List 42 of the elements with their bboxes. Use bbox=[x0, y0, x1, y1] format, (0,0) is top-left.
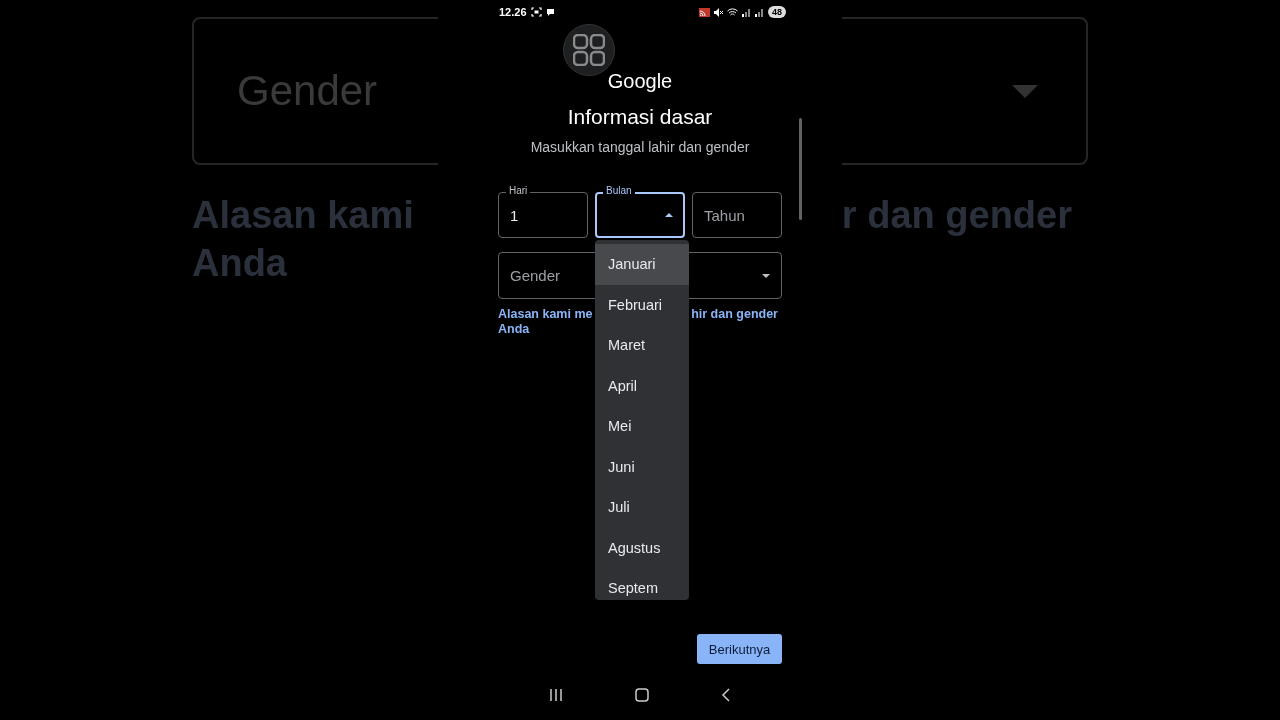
blurred-heading: r dan gender bbox=[841, 193, 1072, 238]
field-label: Hari bbox=[506, 185, 531, 197]
screenshot-icon bbox=[530, 7, 542, 17]
page-subtitle: Masukkan tanggal lahir dan gender bbox=[529, 139, 751, 155]
menu-item[interactable]: Septem bbox=[595, 568, 689, 600]
field-placeholder: Tahun bbox=[704, 206, 745, 224]
cast-icon bbox=[699, 7, 710, 17]
blurred-heading: Anda bbox=[192, 242, 287, 284]
recent-apps-icon[interactable] bbox=[549, 689, 563, 701]
year-field[interactable]: Tahun bbox=[692, 185, 782, 238]
brand-logo: Google bbox=[606, 70, 674, 93]
signal-icon bbox=[755, 7, 764, 17]
menu-item[interactable]: April bbox=[595, 365, 689, 406]
status-time: 12.26 bbox=[499, 6, 527, 18]
caret-icon bbox=[1012, 84, 1038, 98]
date-field[interactable]: Bulan bbox=[595, 185, 685, 238]
mute-icon bbox=[714, 7, 723, 17]
page-title: Informasi dasar bbox=[566, 105, 714, 129]
apps-grid-icon bbox=[573, 34, 605, 66]
menu-item[interactable]: Agustus bbox=[595, 527, 689, 568]
field-placeholder: Gender bbox=[510, 267, 561, 284]
field-label: Bulan bbox=[603, 185, 635, 197]
menu-item[interactable]: Januari bbox=[595, 244, 689, 285]
menu-item[interactable]: Mei bbox=[595, 406, 689, 447]
info-link[interactable]: Alasan kami me bbox=[498, 307, 593, 322]
field-placeholder: Gender bbox=[237, 67, 378, 115]
menu-item[interactable]: Juli bbox=[595, 487, 689, 528]
info-link[interactable]: Anda bbox=[498, 322, 530, 336]
battery-level: 48 bbox=[768, 6, 786, 18]
field-value: 1 bbox=[510, 206, 519, 224]
date-field[interactable]: Hari 1 bbox=[498, 185, 588, 238]
next-button[interactable]: Berikutnya bbox=[697, 634, 782, 664]
menu-item[interactable]: Maret bbox=[595, 325, 689, 366]
info-link[interactable]: hir dan gender bbox=[691, 307, 778, 322]
wifi-icon bbox=[727, 7, 738, 17]
menu-item[interactable]: Juni bbox=[595, 446, 689, 487]
signal-icon bbox=[742, 7, 751, 17]
back-icon[interactable] bbox=[721, 688, 731, 702]
menu-item[interactable]: Februari bbox=[595, 284, 689, 325]
home-icon[interactable] bbox=[635, 688, 649, 702]
blurred-heading: Alasan kami bbox=[192, 193, 414, 238]
chat-icon bbox=[545, 7, 555, 17]
